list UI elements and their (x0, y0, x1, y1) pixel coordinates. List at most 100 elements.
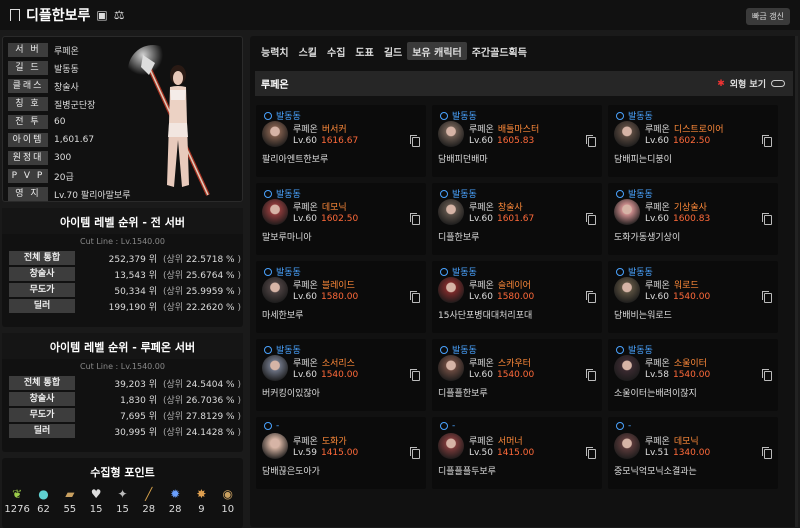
guild-label: 발동동 (264, 187, 301, 200)
character-card[interactable]: 발동동 루페온 배틀마스터 Lv.60 1605.83 담배피던배마 (432, 105, 602, 177)
collect-item[interactable]: ❦ 1276 (4, 486, 30, 515)
collect-count: 28 (168, 504, 182, 515)
level-line: Lv.60 1540.00 (645, 292, 711, 302)
copy-icon[interactable] (586, 213, 596, 225)
copy-icon[interactable] (586, 369, 596, 381)
character-card[interactable]: 발동동 루페온 데모닉 Lv.60 1602.50 말보루마니아 (256, 183, 426, 255)
character-card[interactable]: - 루페온 데모닉 Lv.51 1340.00 중모닉억모닉소결과는 (608, 417, 778, 489)
server-bar: 루페온 ✱ 외형 보기 (255, 71, 793, 96)
look-toggle[interactable]: ✱ 외형 보기 (717, 77, 785, 90)
character-card[interactable]: - 루페온 도화가 Lv.59 1415.00 담배끊은도아가 (256, 417, 426, 489)
character-card[interactable]: 발동동 루페온 슬레이어 Lv.60 1580.00 15사단포병대대처리포대 (432, 261, 602, 333)
server-class: 루페온 배틀마스터 (469, 125, 540, 135)
profile-value: 60 (54, 117, 66, 127)
ignea-icon: ✦ (117, 487, 128, 501)
server-name: 루페온 (261, 80, 289, 91)
scrollbar[interactable] (795, 36, 798, 527)
character-portrait (128, 45, 210, 196)
copy-icon[interactable] (762, 213, 772, 225)
character-card[interactable]: 발동동 루페온 소울이터 Lv.58 1540.00 소울이터는배려이잖지 (608, 339, 778, 411)
rank-percent: (상위 24.1428 % ) (163, 427, 241, 438)
collect-item[interactable]: ✦ 15 (109, 486, 135, 515)
person-icon (616, 267, 624, 276)
character-name-label: 마세한보루 (262, 311, 304, 321)
collect-item[interactable]: ● 62 (30, 486, 56, 515)
character-card[interactable]: 발동동 루페온 소서리스 Lv.60 1540.00 버커킹이있잖아 (256, 339, 426, 411)
copy-icon[interactable] (586, 135, 596, 147)
level-line: Lv.60 1600.83 (645, 214, 711, 224)
level-line: Lv.59 1415.00 (293, 448, 359, 458)
copy-icon[interactable] (410, 135, 420, 147)
collect-item[interactable]: ▰ 55 (57, 486, 83, 515)
id-card-icon[interactable]: ▣ (96, 8, 107, 22)
level-line: Lv.51 1340.00 (645, 448, 711, 458)
person-icon (264, 189, 272, 198)
character-card[interactable]: 발동동 루페온 스카우터 Lv.60 1540.00 디플플한보루 (432, 339, 602, 411)
guild-label: 발동동 (616, 109, 653, 122)
guild-label: 발동동 (440, 187, 477, 200)
collect-item[interactable]: ◉ 10 (215, 486, 241, 515)
scale-icon[interactable]: ⚖ (114, 8, 125, 22)
character-card[interactable]: 발동동 루페온 기상술사 Lv.60 1600.83 도화가동생기상이 (608, 183, 778, 255)
collect-count: 9 (198, 504, 205, 515)
copy-icon[interactable] (410, 447, 420, 459)
character-card[interactable]: - 루페온 서머너 Lv.50 1415.00 디플플플두보루 (432, 417, 602, 489)
character-card[interactable]: 발동동 루페온 버서커 Lv.60 1616.67 팔리아엔트한보루 (256, 105, 426, 177)
character-name-label: 중모닉억모닉소결과는 (614, 467, 697, 477)
character-avatar (262, 433, 288, 459)
rank-server-title: 아이템 레벨 순위 - 루페온 서버 (2, 333, 243, 359)
rank-percent: (상위 25.9959 % ) (163, 286, 241, 297)
copy-icon[interactable] (762, 447, 772, 459)
tab-item[interactable]: 능력치 (256, 42, 294, 60)
tab-item[interactable]: 주간골드획득 (467, 42, 532, 60)
collect-item[interactable]: ♥ 15 (83, 486, 109, 515)
level-line: Lv.60 1602.50 (645, 136, 711, 146)
update-button[interactable]: 빠금 갱신 (746, 8, 790, 25)
copy-icon[interactable] (410, 369, 420, 381)
toggle-icon[interactable] (771, 80, 785, 87)
tab-item[interactable]: 길드 (379, 42, 407, 60)
bookmark-icon[interactable] (10, 9, 20, 21)
rank-percent: (상위 26.7036 % ) (163, 395, 241, 406)
profile-label: 클래스 (8, 79, 48, 93)
character-card[interactable]: 발동동 루페온 블레이드 Lv.60 1580.00 마세한보루 (256, 261, 426, 333)
copy-icon[interactable] (762, 369, 772, 381)
profile-row: 영 지 Lv.70 팔리아말보루 (8, 186, 131, 202)
collect-item[interactable]: ╱ 28 (136, 486, 162, 515)
rank-label: 무도가 (9, 283, 75, 297)
collect-item[interactable]: ✹ 28 (162, 486, 188, 515)
character-name-label: 도화가동생기상이 (614, 233, 681, 243)
tab-item[interactable]: 보유 캐릭터 (407, 42, 467, 60)
worldtree-leaf-icon: ╱ (145, 487, 153, 501)
seed-icon: ❦ (12, 487, 23, 501)
character-card[interactable]: 발동동 루페온 워로드 Lv.60 1540.00 담배비는워로드 (608, 261, 778, 333)
copy-icon[interactable] (410, 291, 420, 303)
person-icon (616, 111, 624, 120)
profile-row: 길 드 발동동 (8, 60, 79, 76)
main-panel: 능력치 스킬 수집 도표 길드 보유 캐릭터 주간골드획득 루페온 ✱ 외형 보기 발동동 … (250, 36, 798, 527)
copy-icon[interactable] (762, 135, 772, 147)
collect-item[interactable]: ✸ 9 (188, 486, 214, 515)
collect-points-panel: 수집형 포인트 ❦ 1276 ● 62 ▰ 55 ♥ 15 ✦ 15 ╱ 28 ✹ 28 ✸ 9 ◉ 10 (2, 458, 243, 528)
profile-value: 1,601.67 (54, 135, 95, 145)
rank-row: 창술사 1,830 위 (상위 26.7036 % ) (2, 391, 243, 407)
star-icon: ✱ (717, 78, 725, 89)
rank-all-title: 아이템 레벨 순위 - 전 서버 (2, 208, 243, 234)
copy-icon[interactable] (586, 447, 596, 459)
copy-icon[interactable] (586, 291, 596, 303)
guild-label: 발동동 (264, 343, 301, 356)
tab-item[interactable]: 도표 (350, 42, 378, 60)
character-name-label: 담배피던배마 (438, 155, 488, 165)
character-name-label: 디플한보루 (438, 233, 480, 243)
character-name-label: 디플플플두보루 (438, 467, 496, 477)
giant-heart-icon: ♥ (90, 487, 102, 501)
profile-label: 아이템 (8, 133, 48, 147)
character-name-label: 담배피는디붕이 (614, 155, 672, 165)
tab-item[interactable]: 스킬 (294, 42, 322, 60)
copy-icon[interactable] (410, 213, 420, 225)
tab-item[interactable]: 수집 (322, 42, 350, 60)
character-card[interactable]: 발동동 루페온 디스트로이어 Lv.60 1602.50 담배피는디붕이 (608, 105, 778, 177)
character-name-label: 버커킹이있잖아 (262, 389, 320, 399)
character-card[interactable]: 발동동 루페온 창술사 Lv.60 1601.67 디플한보루 (432, 183, 602, 255)
copy-icon[interactable] (762, 291, 772, 303)
